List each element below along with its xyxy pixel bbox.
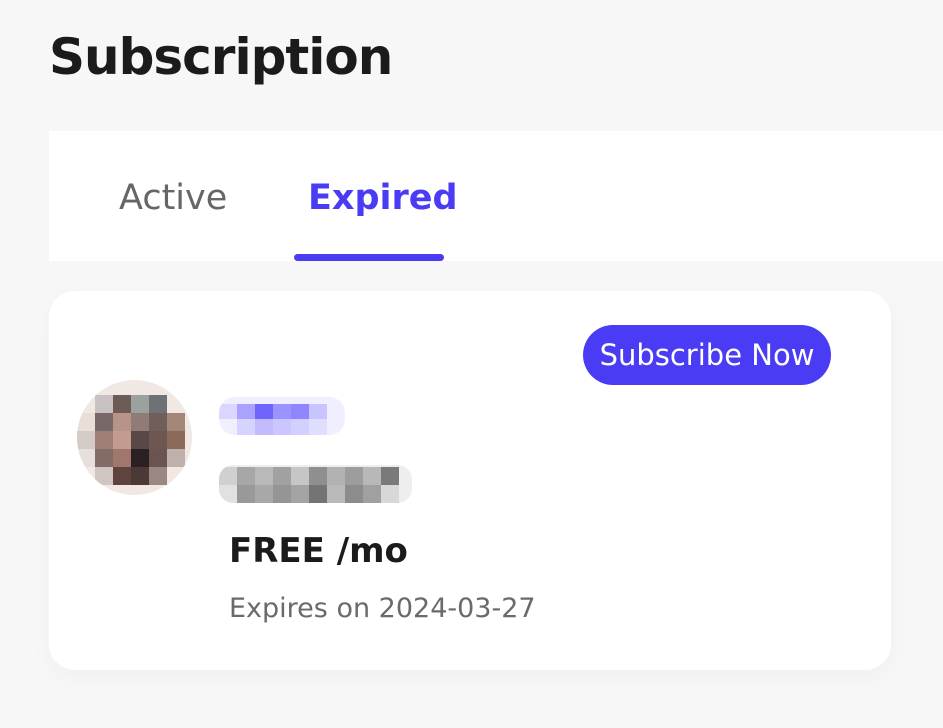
- page-title: Subscription: [49, 28, 393, 86]
- subscription-page: Subscription Active Expired Subscribe No…: [0, 0, 943, 728]
- tab-bar: Active Expired: [49, 131, 943, 261]
- subscription-expiry-date: Expires on 2024-03-27: [229, 593, 536, 624]
- avatar[interactable]: [77, 380, 192, 495]
- selected-tab-indicator: [294, 254, 444, 261]
- tab-active[interactable]: Active: [119, 177, 227, 219]
- pixelated-avatar-image: [77, 380, 192, 495]
- subscription-price: FREE /mo: [229, 531, 408, 571]
- pixelated-name: [219, 397, 345, 435]
- tab-expired[interactable]: Expired: [308, 177, 458, 219]
- subscribe-now-button[interactable]: Subscribe Now: [583, 325, 831, 385]
- pixelated-username: [219, 465, 412, 503]
- subscription-card: Subscribe Now FREE /mo Expires on 2024-0…: [49, 291, 891, 670]
